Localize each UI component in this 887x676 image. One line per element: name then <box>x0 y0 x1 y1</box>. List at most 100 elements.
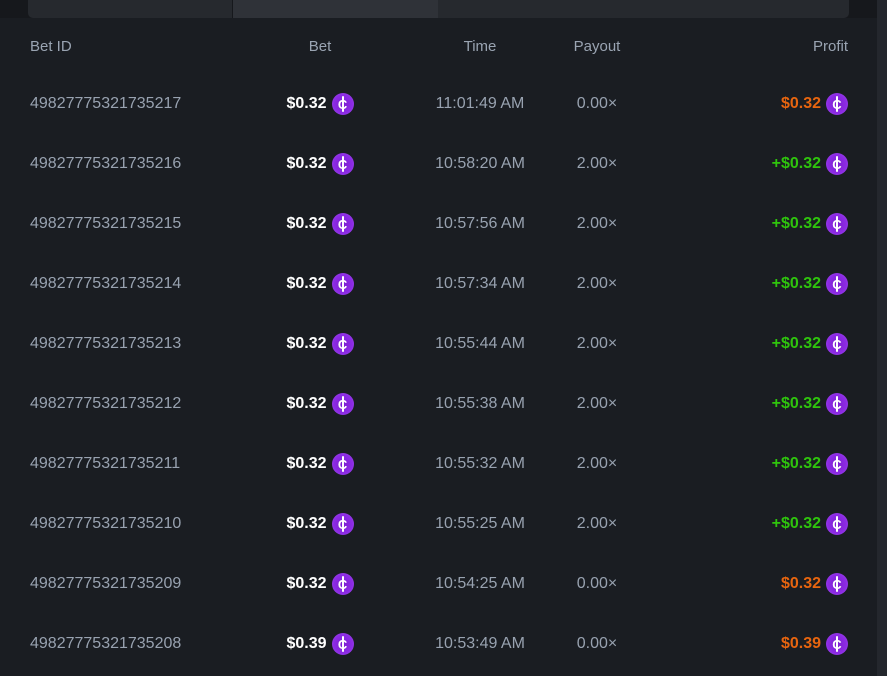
bet-time-cell: 10:55:38 AM <box>397 395 563 413</box>
cedi-coin-icon: C <box>332 333 354 355</box>
payout-cell: 2.00× <box>563 275 631 293</box>
bet-row[interactable]: 49827775321735215 $0.32 C 10:57:56 AM 2.… <box>0 194 887 254</box>
coin-bar <box>836 96 838 112</box>
bet-time-cell: 10:55:44 AM <box>397 335 563 353</box>
payout-cell: 0.00× <box>563 635 631 653</box>
bet-time-cell: 10:55:32 AM <box>397 455 563 473</box>
coin-bar <box>836 396 838 412</box>
payout-cell: 2.00× <box>563 335 631 353</box>
bet-row[interactable]: 49827775321735213 $0.32 C 10:55:44 AM 2.… <box>0 314 887 374</box>
bet-row[interactable]: 49827775321735216 $0.32 C 10:58:20 AM 2.… <box>0 134 887 194</box>
cedi-coin-icon: C <box>826 213 848 235</box>
cedi-coin-icon: C <box>826 573 848 595</box>
profit-cell: +$0.32 C <box>631 513 848 535</box>
cedi-coin-icon: C <box>332 273 354 295</box>
bet-amount: $0.32 <box>286 395 326 413</box>
bet-time-cell: 10:57:56 AM <box>397 215 563 233</box>
payout-cell: 2.00× <box>563 155 631 173</box>
tab-segment-left[interactable] <box>28 0 232 18</box>
bet-row[interactable]: 49827775321735212 $0.32 C 10:55:38 AM 2.… <box>0 374 887 434</box>
coin-bar <box>342 156 344 172</box>
coin-bar <box>836 336 838 352</box>
payout-cell: 2.00× <box>563 215 631 233</box>
cedi-coin-icon: C <box>826 93 848 115</box>
bet-amount: $0.32 <box>286 275 326 293</box>
tab-segment-right[interactable] <box>438 0 849 18</box>
cedi-coin-icon: C <box>826 273 848 295</box>
bet-amount: $0.39 <box>286 635 326 653</box>
bet-id-cell: 49827775321735214 <box>30 275 243 293</box>
bet-id-cell: 49827775321735216 <box>30 155 243 173</box>
cedi-coin-icon: C <box>332 213 354 235</box>
bet-id-cell: 49827775321735212 <box>30 395 243 413</box>
cedi-coin-icon: C <box>826 513 848 535</box>
tab-segment-active[interactable] <box>233 0 438 18</box>
bet-amount-cell: $0.32 C <box>243 93 397 115</box>
profit-amount: +$0.32 <box>772 515 821 533</box>
coin-bar <box>836 636 838 652</box>
profit-amount: +$0.32 <box>772 215 821 233</box>
profit-amount: +$0.32 <box>772 275 821 293</box>
column-header-bet-id: Bet ID <box>30 38 243 55</box>
bet-row[interactable]: 49827775321735208 $0.39 C 10:53:49 AM 0.… <box>0 614 887 674</box>
coin-bar <box>836 516 838 532</box>
bet-id-cell: 49827775321735215 <box>30 215 243 233</box>
bet-amount-cell: $0.32 C <box>243 333 397 355</box>
column-header-bet: Bet <box>243 38 397 55</box>
bet-time-cell: 10:55:25 AM <box>397 515 563 533</box>
bet-amount-cell: $0.32 C <box>243 273 397 295</box>
bet-amount: $0.32 <box>286 155 326 173</box>
bet-amount-cell: $0.39 C <box>243 633 397 655</box>
profit-cell: +$0.32 C <box>631 453 848 475</box>
bet-row[interactable]: 49827775321735214 $0.32 C 10:57:34 AM 2.… <box>0 254 887 314</box>
bet-id-cell: 49827775321735208 <box>30 635 243 653</box>
profit-cell: +$0.32 C <box>631 153 848 175</box>
profit-cell: +$0.32 C <box>631 213 848 235</box>
bet-time-cell: 10:57:34 AM <box>397 275 563 293</box>
profit-amount: $0.39 <box>781 635 821 653</box>
table-header: Bet ID Bet Time Payout Profit <box>0 18 887 74</box>
bet-id-cell: 49827775321735209 <box>30 575 243 593</box>
cedi-coin-icon: C <box>332 393 354 415</box>
bet-amount: $0.32 <box>286 575 326 593</box>
bet-id-cell: 49827775321735211 <box>30 455 243 473</box>
cedi-coin-icon: C <box>332 153 354 175</box>
bet-amount-cell: $0.32 C <box>243 573 397 595</box>
coin-bar <box>836 276 838 292</box>
panel-right-edge <box>877 0 887 676</box>
profit-amount: $0.32 <box>781 95 821 113</box>
bet-row[interactable]: 49827775321735210 $0.32 C 10:55:25 AM 2.… <box>0 494 887 554</box>
bet-row[interactable]: 49827775321735211 $0.32 C 10:55:32 AM 2.… <box>0 434 887 494</box>
payout-cell: 0.00× <box>563 95 631 113</box>
profit-amount: +$0.32 <box>772 335 821 353</box>
bet-row[interactable]: 49827775321735217 $0.32 C 11:01:49 AM 0.… <box>0 74 887 134</box>
coin-bar <box>342 516 344 532</box>
profit-cell: +$0.32 C <box>631 333 848 355</box>
bet-amount: $0.32 <box>286 95 326 113</box>
bet-time-cell: 10:53:49 AM <box>397 635 563 653</box>
profit-amount: +$0.32 <box>772 155 821 173</box>
profit-amount: $0.32 <box>781 575 821 593</box>
bet-id-cell: 49827775321735210 <box>30 515 243 533</box>
bet-time-cell: 10:58:20 AM <box>397 155 563 173</box>
coin-bar <box>342 276 344 292</box>
bet-id-cell: 49827775321735217 <box>30 95 243 113</box>
profit-cell: $0.39 C <box>631 633 848 655</box>
column-header-profit: Profit <box>631 38 848 55</box>
cedi-coin-icon: C <box>826 453 848 475</box>
bet-amount-cell: $0.32 C <box>243 213 397 235</box>
tab-bar <box>0 0 887 18</box>
cedi-coin-icon: C <box>332 633 354 655</box>
cedi-coin-icon: C <box>826 333 848 355</box>
profit-cell: $0.32 C <box>631 93 848 115</box>
bet-time-cell: 11:01:49 AM <box>397 95 563 113</box>
bet-amount-cell: $0.32 C <box>243 513 397 535</box>
payout-cell: 2.00× <box>563 395 631 413</box>
coin-bar <box>836 576 838 592</box>
coin-bar <box>836 216 838 232</box>
coin-bar <box>342 216 344 232</box>
bet-row[interactable]: 49827775321735209 $0.32 C 10:54:25 AM 0.… <box>0 554 887 614</box>
coin-bar <box>836 456 838 472</box>
profit-cell: $0.32 C <box>631 573 848 595</box>
column-header-time: Time <box>397 38 563 55</box>
